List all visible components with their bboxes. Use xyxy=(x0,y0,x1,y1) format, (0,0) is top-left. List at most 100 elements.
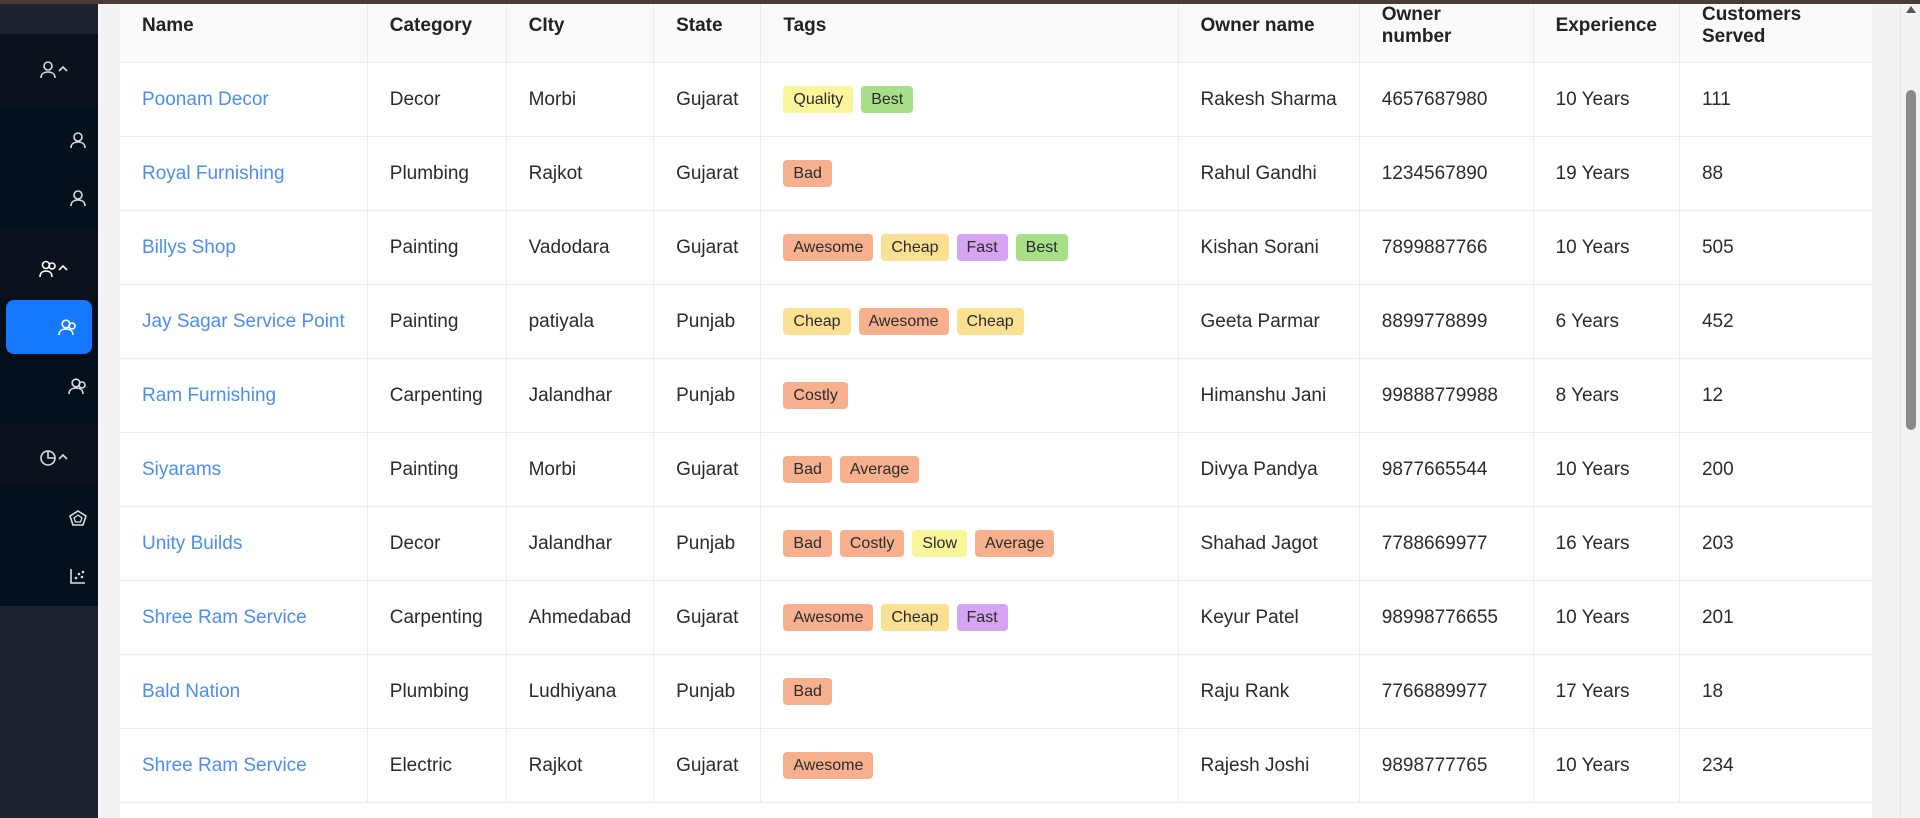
vendor-name-link[interactable]: Siyarams xyxy=(142,459,221,480)
cell-city: Morbi xyxy=(506,62,655,137)
sidebar-group-charts xyxy=(0,424,98,490)
column-header-experience[interactable]: Experience xyxy=(1533,4,1680,63)
cell-state: Punjab xyxy=(653,654,762,729)
cell-experience: 17 Years xyxy=(1533,654,1680,729)
cell-experience: 10 Years xyxy=(1533,62,1680,137)
column-header-customers-served[interactable]: Customers Served xyxy=(1679,4,1872,63)
cell-customers-served: 505 xyxy=(1679,210,1872,285)
cell-category: Carpenting xyxy=(367,580,507,655)
cell-tags: Awesome Cheap Fast Best xyxy=(760,210,1179,285)
charts-group-toggle[interactable] xyxy=(34,434,74,480)
cell-owner-number: 99888779988 xyxy=(1359,358,1534,433)
vendor-name-link[interactable]: Bald Nation xyxy=(142,681,240,702)
cell-city: Rajkot xyxy=(506,136,655,211)
vendor-name-link[interactable]: Shree Ram Service xyxy=(142,755,307,776)
users-group-toggle[interactable] xyxy=(34,42,74,98)
cell-customers-served: 12 xyxy=(1679,358,1872,433)
column-header-owner-number[interactable]: Owner number xyxy=(1359,4,1534,63)
cell-name: Bald Nation xyxy=(120,654,368,729)
tag-badge: Awesome xyxy=(783,234,874,261)
cell-state: Gujarat xyxy=(653,432,762,507)
column-header-category[interactable]: Category xyxy=(367,4,507,63)
vendor-name-link[interactable]: Ram Furnishing xyxy=(142,385,276,406)
teams-group-toggle[interactable] xyxy=(34,246,74,292)
cell-customers-served: 88 xyxy=(1679,136,1872,211)
cell-state: Punjab xyxy=(653,284,762,359)
vendor-name-link[interactable]: Shree Ram Service xyxy=(142,607,307,628)
table-row[interactable]: Siyarams Painting Morbi Gujarat Bad Average Di… xyxy=(120,432,1872,507)
cell-name: Poonam Decor xyxy=(120,62,368,137)
vendor-name-link[interactable]: Royal Furnishing xyxy=(142,163,285,184)
cell-experience: 16 Years xyxy=(1533,506,1680,581)
scroll-up-arrow-icon[interactable] xyxy=(1906,6,1916,13)
team-icon xyxy=(68,377,88,395)
vendor-name-link[interactable]: Poonam Decor xyxy=(142,89,269,110)
scatter-chart-icon xyxy=(69,567,87,585)
scrollbar-thumb[interactable] xyxy=(1906,90,1916,430)
tag-badge: Quality xyxy=(783,86,854,113)
dashboard-icon xyxy=(68,509,88,527)
sidebar xyxy=(0,4,98,818)
cell-name: Shree Ram Service xyxy=(120,580,368,655)
page-scrollbar[interactable] xyxy=(1900,4,1920,818)
cell-experience: 10 Years xyxy=(1533,728,1680,803)
table-row[interactable]: Billys Shop Painting Vadodara Gujarat Awesom… xyxy=(120,210,1872,285)
vendors-table-container: Name Category CIty State Tags Owner name… xyxy=(120,4,1872,818)
cell-state: Gujarat xyxy=(653,580,762,655)
sidebar-item-team-2[interactable] xyxy=(60,368,96,404)
table-row[interactable]: Ram Furnishing Carpenting Jalandhar Punjab C… xyxy=(120,358,1872,433)
table-row[interactable]: Unity Builds Decor Jalandhar Punjab Bad Costl… xyxy=(120,506,1872,581)
table-row[interactable]: Bald Nation Plumbing Ludhiyana Punjab Bad Raj… xyxy=(120,654,1872,729)
cell-state: Punjab xyxy=(653,358,762,433)
table-row[interactable]: Shree Ram Service Carpenting Ahmedabad Guja… xyxy=(120,580,1872,655)
cell-city: Jalandhar xyxy=(506,506,655,581)
sidebar-item-user-1[interactable] xyxy=(60,122,96,158)
sidebar-item-team-active[interactable] xyxy=(6,300,92,354)
tag-badge: Best xyxy=(861,86,914,113)
cell-owner-number: 4657687980 xyxy=(1359,62,1534,137)
sidebar-item-user-2[interactable] xyxy=(60,180,96,216)
cell-customers-served: 452 xyxy=(1679,284,1872,359)
table-row[interactable]: Royal Furnishing Plumbing Rajkot Gujarat Bad… xyxy=(120,136,1872,211)
cell-category: Painting xyxy=(367,284,507,359)
tag-badge: Bad xyxy=(783,530,832,557)
table-row[interactable]: Jay Sagar Service Point Painting patiyala P… xyxy=(120,284,1872,359)
sidebar-item-dashboard[interactable] xyxy=(60,500,96,536)
vendor-name-link[interactable]: Billys Shop xyxy=(142,237,236,258)
cell-owner-number: 7788669977 xyxy=(1359,506,1534,581)
sidebar-submenu-users xyxy=(0,106,98,234)
cell-experience: 8 Years xyxy=(1533,358,1680,433)
cell-experience: 6 Years xyxy=(1533,284,1680,359)
vendor-name-link[interactable]: Unity Builds xyxy=(142,533,242,554)
table-row[interactable]: Shree Ram Service Electric Rajkot Gujarat Aw… xyxy=(120,728,1872,803)
tag-badge: Bad xyxy=(783,456,832,483)
cell-category: Carpenting xyxy=(367,358,507,433)
column-header-owner-name[interactable]: Owner name xyxy=(1178,4,1360,63)
cell-category: Painting xyxy=(367,432,507,507)
cell-name: Royal Furnishing xyxy=(120,136,368,211)
cell-customers-served: 18 xyxy=(1679,654,1872,729)
cell-owner-number: 7766889977 xyxy=(1359,654,1534,729)
cell-city: Rajkot xyxy=(506,728,655,803)
vendor-name-link[interactable]: Jay Sagar Service Point xyxy=(142,311,345,332)
tag-badge: Cheap xyxy=(881,604,949,631)
sidebar-item-scatter[interactable] xyxy=(60,558,96,594)
cell-city: Vadodara xyxy=(506,210,655,285)
cell-category: Electric xyxy=(367,728,507,803)
sidebar-submenu-charts xyxy=(0,486,98,606)
tag-badge: Bad xyxy=(783,678,832,705)
column-header-city[interactable]: CIty xyxy=(506,4,655,63)
cell-owner-number: 98998776655 xyxy=(1359,580,1534,655)
column-header-state[interactable]: State xyxy=(653,4,762,63)
column-header-name[interactable]: Name xyxy=(120,4,368,63)
cell-experience: 10 Years xyxy=(1533,210,1680,285)
main-content: Name Category CIty State Tags Owner name… xyxy=(98,4,1900,818)
table-row[interactable]: Poonam Decor Decor Morbi Gujarat Quality Best… xyxy=(120,62,1872,137)
cell-state: Gujarat xyxy=(653,136,762,211)
cell-tags: Bad xyxy=(760,136,1179,211)
tag-badge: Awesome xyxy=(858,308,949,335)
cell-city: Ludhiyana xyxy=(506,654,655,729)
cell-city: Jalandhar xyxy=(506,358,655,433)
column-header-tags[interactable]: Tags xyxy=(760,4,1179,63)
cell-name: Jay Sagar Service Point xyxy=(120,284,368,359)
